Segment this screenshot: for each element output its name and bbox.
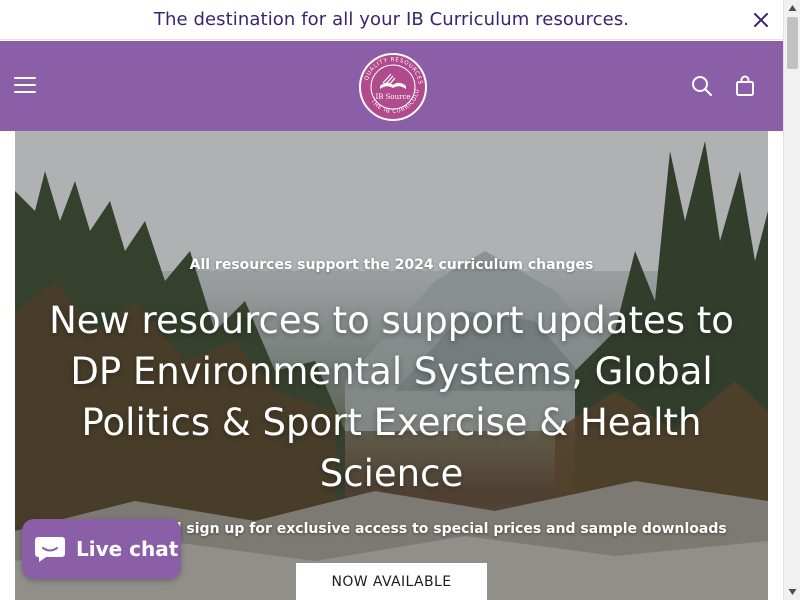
shopping-bag-icon[interactable] [735, 75, 755, 97]
now-available-button[interactable]: NOW AVAILABLE [296, 563, 487, 600]
scrollbar-thumb[interactable] [787, 17, 798, 69]
announcement-text: The destination for all your IB Curricul… [153, 9, 630, 30]
site-header: QUALITY RESOURCES FOR THE IB CURRICULUM … [0, 41, 783, 131]
vertical-scrollbar[interactable] [783, 0, 800, 600]
hero-eyebrow: All resources support the 2024 curriculu… [189, 257, 594, 273]
search-icon[interactable] [691, 75, 713, 97]
site-logo[interactable]: QUALITY RESOURCES FOR THE IB CURRICULUM … [355, 48, 428, 122]
scroll-down-arrow-icon[interactable] [788, 588, 797, 596]
live-chat-button[interactable]: Live chat [22, 519, 181, 579]
scroll-up-arrow-icon[interactable] [788, 4, 797, 12]
live-chat-label: Live chat [76, 537, 179, 561]
logo-text: IB Source [375, 93, 410, 101]
announcement-bar: The destination for all your IB Curricul… [0, 0, 783, 40]
close-icon[interactable] [751, 10, 771, 30]
chat-bubble-icon [35, 537, 65, 562]
hero-title: New resources to support updates to DP E… [49, 299, 734, 495]
hamburger-menu-icon[interactable] [14, 75, 36, 95]
